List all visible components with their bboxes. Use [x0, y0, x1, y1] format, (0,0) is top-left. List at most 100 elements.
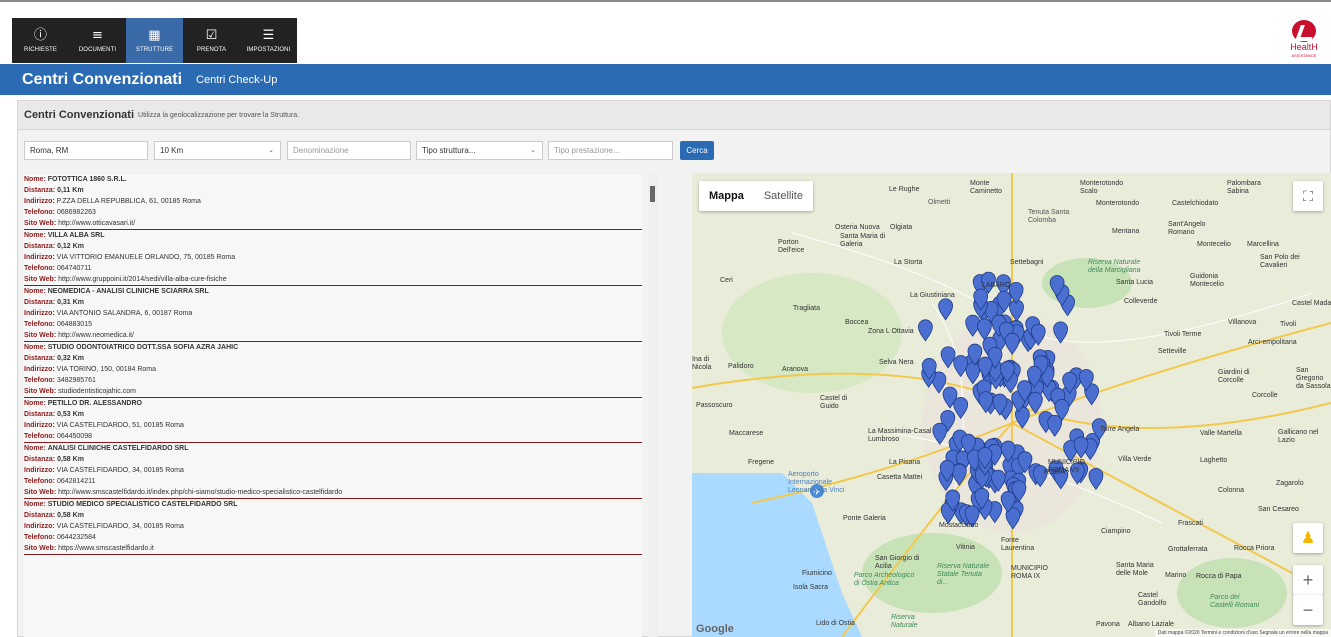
result-website[interactable]: http://www.gruppoini.it/2014/sedi/villa-…	[58, 276, 226, 283]
result-website-row: Sito Web: http://www.gruppoini.it/2014/s…	[24, 274, 642, 285]
zoom-out-button[interactable]: −	[1293, 595, 1323, 625]
result-name: STUDIO MEDICO SPECIALISTICO CASTELFIDARD…	[47, 501, 238, 508]
map-type-map-button[interactable]: Mappa	[699, 181, 754, 211]
result-website-label: Sito Web:	[24, 388, 57, 395]
map-place: Settebagni	[1010, 259, 1044, 266]
results-list[interactable]: Nome: FOTOTTICA 1860 S.R.L. Distanza: 0,1…	[24, 174, 642, 637]
result-distance: 0,58 Km	[57, 456, 84, 463]
results-scrollbar[interactable]	[648, 174, 658, 637]
distance-select[interactable]: 10 Km ⌄	[154, 141, 281, 160]
result-name-label: Nome:	[24, 501, 46, 508]
result-distance: 0,53 Km	[57, 411, 84, 418]
map-place: Corcolle	[1252, 392, 1278, 399]
result-phone: 0642814211	[56, 478, 96, 485]
result-entry[interactable]: Nome: NEOMEDICA - ANALISI CLINICHE SCIAR…	[24, 286, 642, 342]
result-distance-label: Distanza:	[24, 512, 56, 519]
result-distance-row: Distanza: 0,32 Km	[24, 353, 642, 364]
nav-documenti[interactable]: ≡ DOCUMENTI	[69, 18, 126, 63]
result-name: VILLA ALBA SRL	[47, 232, 105, 239]
checkup-link[interactable]: Centri Check-Up	[196, 74, 277, 86]
map-place: Santa Lucia	[1116, 279, 1153, 286]
map-place: La Massimina-Casal Lumbroso	[868, 428, 932, 443]
result-entry[interactable]: Nome: ANALISI CLINICHE CASTELFIDARDO SRL…	[24, 443, 642, 499]
service-input[interactable]: Tipo prestazione...	[548, 141, 673, 160]
name-input[interactable]: Denominazione	[287, 141, 411, 160]
map-place: Vitinia	[956, 544, 975, 551]
fullscreen-icon[interactable]: ⛶	[1293, 181, 1323, 211]
map-place: Passoscuro	[696, 402, 733, 409]
map-place: Arci-empolitana	[1248, 339, 1297, 346]
result-name-row: Nome: NEOMEDICA - ANALISI CLINICHE SCIAR…	[24, 286, 642, 297]
type-value: Tipo struttura...	[422, 146, 476, 155]
map-place: Lido di Ostia	[816, 620, 855, 627]
map-place: MUNICIPIO ROMA IX	[1011, 565, 1048, 580]
result-entry[interactable]: Nome: STUDIO MEDICO SPECIALISTICO CASTEL…	[24, 499, 642, 555]
map-place: Zagarolo	[1276, 480, 1304, 487]
zoom-in-button[interactable]: +	[1293, 565, 1323, 595]
nav-richieste[interactable]: ⓘ RICHIESTE	[12, 18, 69, 63]
result-website-row: Sito Web: http://www.neomedica.it/	[24, 330, 642, 341]
result-entry[interactable]: Nome: FOTOTTICA 1860 S.R.L. Distanza: 0,1…	[24, 174, 642, 230]
map-place: Mostacciano	[939, 522, 979, 529]
result-distance-row: Distanza: 0,53 Km	[24, 409, 642, 420]
result-address-label: Indirizzo:	[24, 523, 55, 530]
result-phone-label: Telefono:	[24, 534, 55, 541]
result-website[interactable]: http://www.otticavasari.it/	[58, 220, 135, 227]
map-attribution[interactable]: Dati mappa ©2020 Termini e condizioni d'…	[1154, 629, 1331, 637]
nav-prenota[interactable]: ☑ PRENOTA	[183, 18, 240, 63]
result-address-row: Indirizzo: VIA ANTONIO SALANDRA, 6, 0018…	[24, 308, 642, 319]
result-website[interactable]: http://www.neomedica.it/	[58, 332, 134, 339]
scroll-thumb[interactable]	[650, 186, 655, 202]
result-distance: 0,11 Km	[57, 187, 84, 194]
health-assistance-logo[interactable]: HealtH ASSISTANCE	[1287, 20, 1321, 62]
map-place: Monterotondo	[1096, 200, 1140, 207]
main-nav: ⓘ RICHIESTE ≡ DOCUMENTI ▦ STRUTTURE ☑ PR…	[12, 18, 297, 63]
map-place: Ina di Nicola	[692, 356, 712, 371]
map-place: Zona L Ottavia	[868, 328, 914, 335]
result-website[interactable]: https://www.smscastelfidardo.it	[58, 545, 154, 552]
result-phone-row: Telefono: 3482985761	[24, 375, 642, 386]
map-type-satellite-button[interactable]: Satellite	[754, 181, 813, 211]
result-entry[interactable]: Nome: PETILLO DR. ALESSANDRO Distanza: 0,…	[24, 398, 642, 443]
map-place: LABARO	[982, 282, 1011, 289]
info-icon: ⓘ	[33, 27, 48, 43]
result-website-row: Sito Web: http://www.otticavasari.it/	[24, 218, 642, 229]
nav-strutture[interactable]: ▦ STRUTTURE	[126, 18, 183, 63]
map-pin-icon[interactable]	[918, 319, 933, 342]
result-name-label: Nome:	[24, 344, 46, 351]
building-icon: ▦	[148, 27, 161, 43]
result-name: NEOMEDICA - ANALISI CLINICHE SCIARRA SRL	[47, 288, 209, 295]
panel-hint: Utilizza la geolocalizzazione per trovar…	[138, 111, 300, 119]
result-entry[interactable]: Nome: STUDIO ODONTOIATRICO DOTT.SSA SOFI…	[24, 342, 642, 398]
location-input[interactable]: Roma, RM	[24, 141, 148, 160]
type-select[interactable]: Tipo struttura... ⌄	[416, 141, 543, 160]
result-address: VIA CASTELFIDARDO, 51, 00185 Roma	[56, 422, 184, 429]
result-distance: 0,32 Km	[57, 355, 84, 362]
map-place: Villa Verde	[1118, 456, 1152, 463]
map-place: Aranova	[782, 366, 809, 373]
result-phone-label: Telefono:	[24, 265, 55, 272]
pegman-icon[interactable]: ♟	[1293, 523, 1323, 553]
result-distance: 0,31 Km	[57, 299, 84, 306]
map-pin-icon[interactable]	[1088, 467, 1104, 491]
result-address-row: Indirizzo: VIA TORINO, 150, 00184 Roma	[24, 364, 642, 375]
map[interactable]: ✈ Le Rughe Monte Caminetto Monterotondo …	[692, 173, 1331, 637]
result-phone-row: Telefono: 0644232584	[24, 532, 642, 543]
nav-label: IMPOSTAZIONI	[246, 46, 291, 53]
nav-impostazioni[interactable]: ☰ IMPOSTAZIONI	[240, 18, 297, 63]
result-address-label: Indirizzo:	[24, 467, 55, 474]
result-website[interactable]: http://www.smscastelfidardo.it/index.php…	[58, 489, 342, 496]
map-place: Le Rughe	[889, 186, 920, 193]
map-place: Monterotondo Scalo	[1080, 180, 1124, 195]
result-phone-label: Telefono:	[24, 377, 55, 384]
result-phone-label: Telefono:	[24, 209, 55, 216]
result-website-row: Sito Web: studiodentisticojahic.com	[24, 386, 642, 397]
result-website[interactable]: studiodentisticojahic.com	[58, 388, 136, 395]
checklist-icon: ☑	[205, 27, 218, 43]
result-entry[interactable]: Nome: VILLA ALBA SRL Distanza: 0,12 Km Ind…	[24, 230, 642, 286]
result-name-label: Nome:	[24, 445, 46, 452]
result-name-row: Nome: FOTOTTICA 1860 S.R.L.	[24, 174, 642, 185]
map-place: Castel di Guido	[820, 395, 848, 410]
result-distance-row: Distanza: 0,11 Km	[24, 185, 642, 196]
search-button[interactable]: Cerca	[680, 141, 714, 160]
